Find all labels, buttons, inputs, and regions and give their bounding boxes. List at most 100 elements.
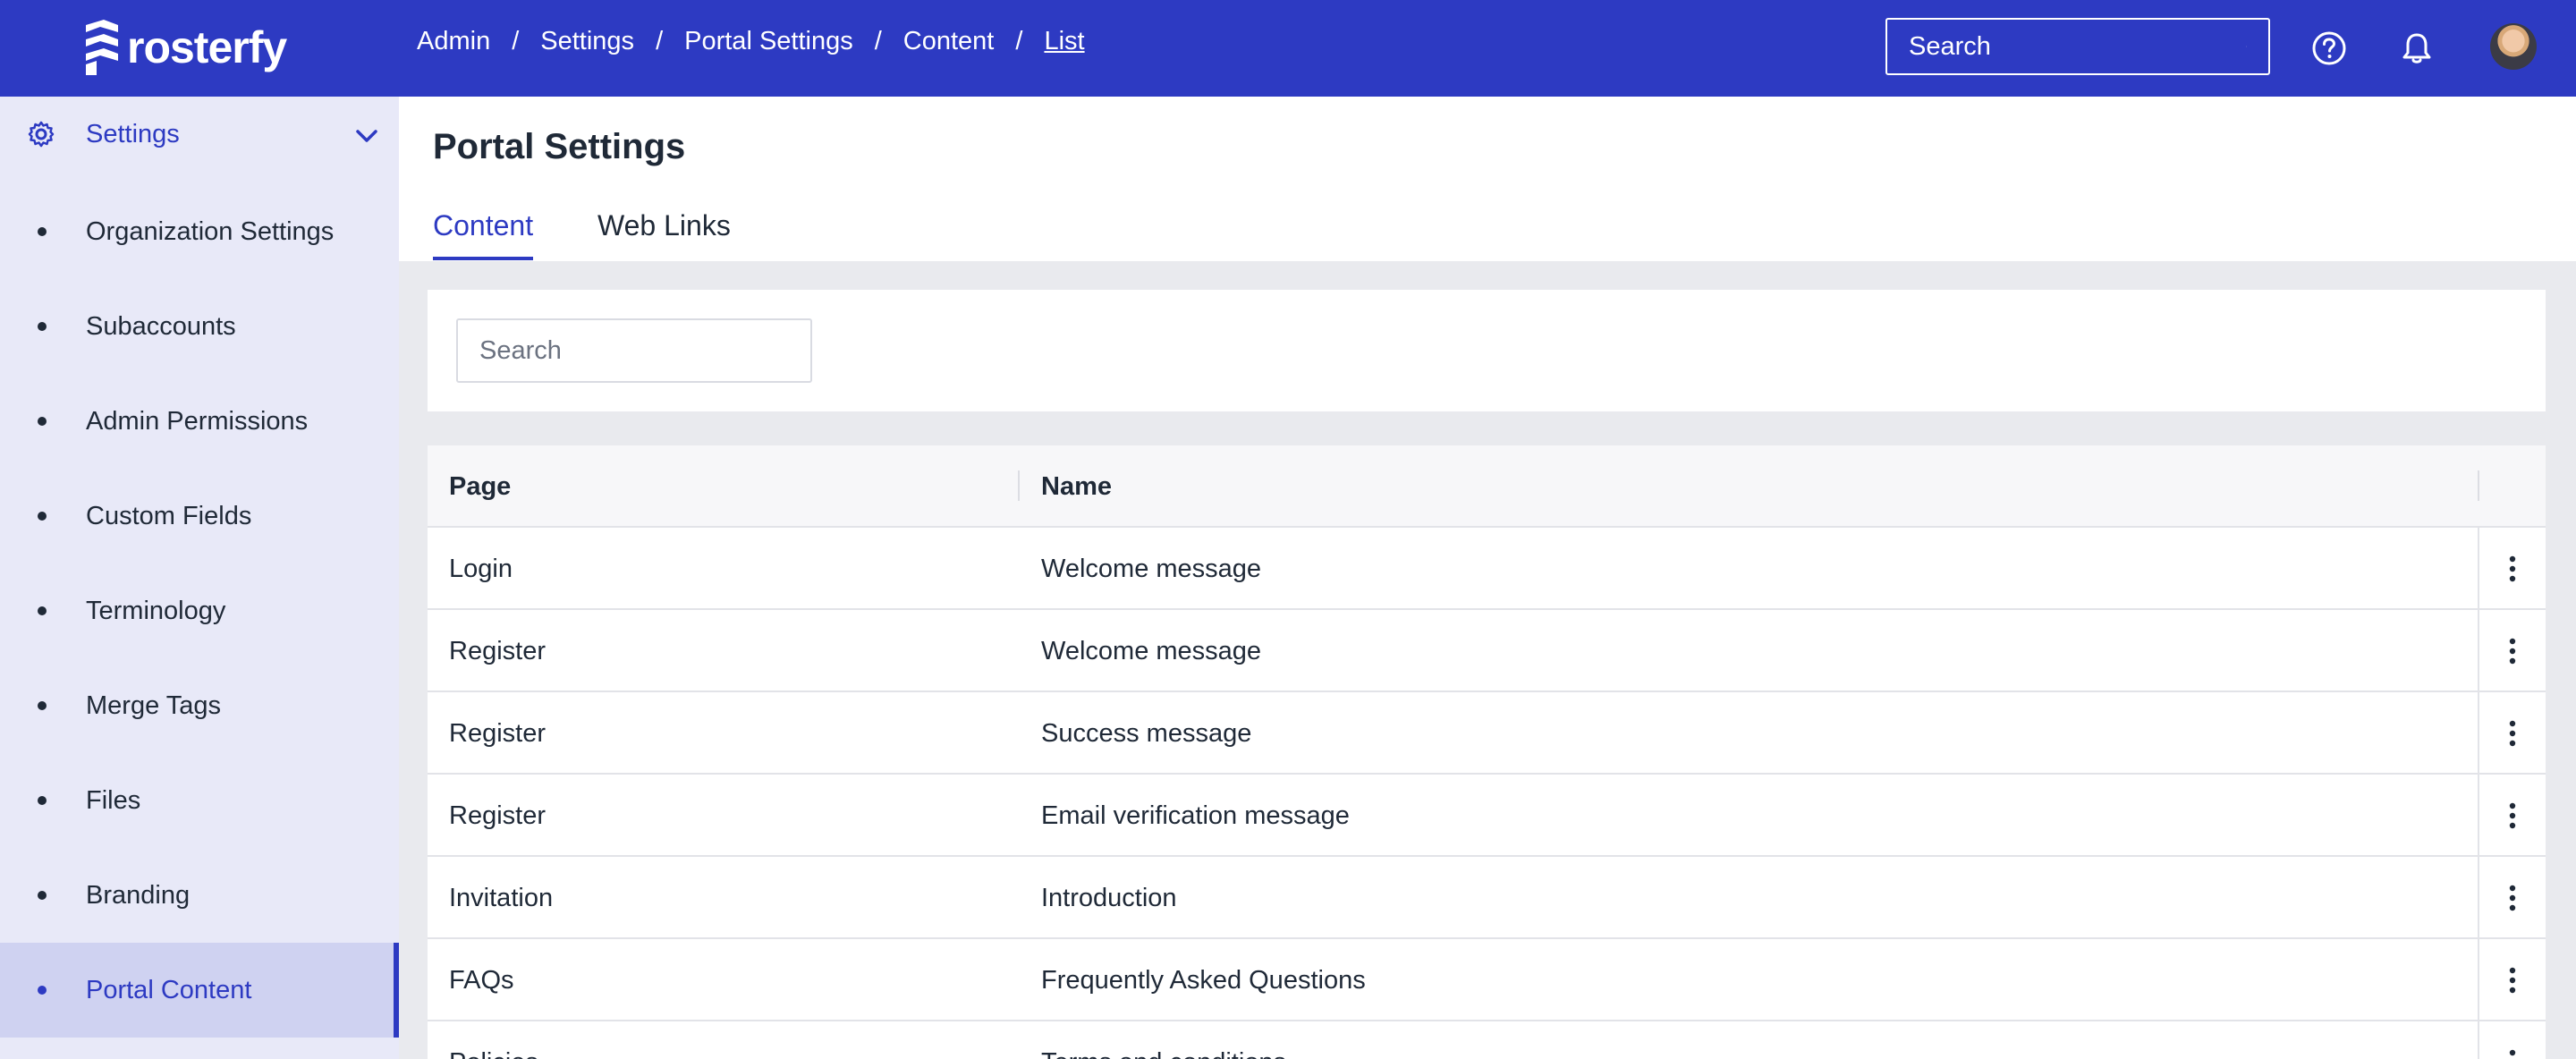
breadcrumb-list[interactable]: List xyxy=(1044,27,1084,56)
sidebar-item-label: Merge Tags xyxy=(86,690,221,720)
top-bar: rosterfy Admin / Settings / Portal Setti… xyxy=(0,0,2576,97)
bullet-icon xyxy=(38,796,47,805)
table-row[interactable]: Register Success message xyxy=(428,692,2546,775)
more-vertical-icon xyxy=(2509,802,2516,829)
bullet-icon xyxy=(38,227,47,236)
sidebar-section-title: Settings xyxy=(86,120,180,148)
search-icon[interactable] xyxy=(2246,33,2247,60)
cell-page: Register xyxy=(449,719,546,748)
sidebar-item-branding[interactable]: Branding xyxy=(0,848,399,943)
table-header: Page Name xyxy=(428,445,2546,528)
row-actions-button[interactable] xyxy=(2478,775,2546,857)
row-actions-button[interactable] xyxy=(2478,528,2546,610)
breadcrumb-separator: / xyxy=(512,27,520,55)
sidebar-item-organization-settings[interactable]: Organization Settings xyxy=(0,184,399,279)
table-row[interactable]: Invitation Introduction xyxy=(428,857,2546,939)
table-row[interactable]: FAQs Frequently Asked Questions xyxy=(428,939,2546,1021)
cell-page: Register xyxy=(449,801,546,830)
content-search xyxy=(456,318,817,383)
table-row[interactable]: Register Email verification message xyxy=(428,775,2546,857)
cell-name: Welcome message xyxy=(1041,555,1262,583)
more-vertical-icon xyxy=(2509,967,2516,994)
cell-name: Email verification message xyxy=(1041,801,1350,830)
tab-web-links[interactable]: Web Links xyxy=(597,209,731,257)
rosterfy-logo-icon xyxy=(86,20,118,75)
breadcrumb-separator: / xyxy=(656,27,664,55)
row-actions-button[interactable] xyxy=(2478,692,2546,775)
page-header: Portal Settings Content Web Links xyxy=(399,97,2576,261)
cell-page: Register xyxy=(449,637,546,665)
sidebar-item-terminology[interactable]: Terminology xyxy=(0,563,399,658)
bullet-icon xyxy=(38,322,47,331)
sidebar-item-portal-content[interactable]: Portal Content xyxy=(0,943,399,1038)
cell-page: Invitation xyxy=(449,884,554,912)
more-vertical-icon xyxy=(2509,638,2516,665)
column-divider[interactable] xyxy=(2478,470,2479,501)
column-divider[interactable] xyxy=(1018,470,1020,501)
page-title: Portal Settings xyxy=(433,127,686,166)
cell-name: Success message xyxy=(1041,719,1252,748)
sidebar-item-label: Terminology xyxy=(86,596,226,625)
bullet-icon xyxy=(38,986,47,995)
column-header-name[interactable]: Name xyxy=(1041,472,1112,502)
user-avatar[interactable] xyxy=(2490,23,2537,70)
cell-page: Policies xyxy=(449,1048,538,1059)
bell-icon xyxy=(2402,33,2431,64)
cell-name: Frequently Asked Questions xyxy=(1041,966,1366,995)
table-row[interactable]: Login Welcome message xyxy=(428,528,2546,610)
sidebar-item-label: Files xyxy=(86,785,141,815)
bullet-icon xyxy=(38,701,47,710)
gear-icon xyxy=(28,121,55,148)
row-actions-button[interactable] xyxy=(2478,857,2546,939)
row-actions-button[interactable] xyxy=(2478,939,2546,1021)
table-row[interactable]: Register Welcome message xyxy=(428,610,2546,692)
bullet-icon xyxy=(38,417,47,426)
cell-name: Terms and conditions xyxy=(1041,1048,1286,1059)
breadcrumb-settings[interactable]: Settings xyxy=(540,27,634,56)
sidebar-item-admin-permissions[interactable]: Admin Permissions xyxy=(0,374,399,469)
row-actions-button[interactable] xyxy=(2478,610,2546,692)
breadcrumb-admin[interactable]: Admin xyxy=(417,27,490,56)
bullet-icon xyxy=(38,606,47,615)
breadcrumb-separator: / xyxy=(1015,27,1023,55)
column-header-page[interactable]: Page xyxy=(449,472,511,502)
sidebar-item-subaccounts[interactable]: Subaccounts xyxy=(0,279,399,374)
cell-page: Login xyxy=(449,555,513,583)
chevron-down-icon[interactable] xyxy=(354,123,379,148)
breadcrumb-separator: / xyxy=(874,27,882,55)
main-content: Portal Settings Content Web Links Page N… xyxy=(399,97,2576,1059)
breadcrumb-portal-settings[interactable]: Portal Settings xyxy=(684,27,853,56)
global-search xyxy=(1885,18,2270,75)
sidebar-item-label: Portal Content xyxy=(86,975,252,1004)
breadcrumb-content[interactable]: Content xyxy=(903,27,995,56)
notifications-button[interactable] xyxy=(2392,23,2442,73)
global-search-input[interactable] xyxy=(1909,31,2246,62)
more-vertical-icon xyxy=(2509,720,2516,747)
content-search-input[interactable] xyxy=(479,335,817,366)
sidebar-item-label: Custom Fields xyxy=(86,501,252,530)
breadcrumb: Admin / Settings / Portal Settings / Con… xyxy=(417,27,1085,56)
sidebar-section-settings[interactable]: Settings xyxy=(0,97,399,175)
more-vertical-icon xyxy=(2509,555,2516,582)
cell-page: FAQs xyxy=(449,966,514,995)
sidebar-item-label: Organization Settings xyxy=(86,216,335,246)
brand-logo[interactable]: rosterfy xyxy=(84,16,287,79)
content-table: Page Name Login Welcome message Register… xyxy=(428,445,2546,1059)
brand-name: rosterfy xyxy=(127,22,287,72)
more-vertical-icon xyxy=(2509,1049,2516,1056)
sidebar-item-merge-tags[interactable]: Merge Tags xyxy=(0,658,399,753)
sidebar: Settings Organization Settings Subaccoun… xyxy=(0,97,399,1059)
help-icon xyxy=(2312,31,2346,65)
bullet-icon xyxy=(38,512,47,521)
bullet-icon xyxy=(38,891,47,900)
sidebar-item-label: Subaccounts xyxy=(86,311,236,341)
table-row[interactable]: Policies Terms and conditions xyxy=(428,1021,2546,1059)
tab-content[interactable]: Content xyxy=(433,209,534,260)
sidebar-item-custom-fields[interactable]: Custom Fields xyxy=(0,469,399,563)
row-actions-button[interactable] xyxy=(2478,1021,2546,1059)
cell-name: Welcome message xyxy=(1041,637,1262,665)
more-vertical-icon xyxy=(2509,885,2516,911)
sidebar-item-label: Admin Permissions xyxy=(86,406,309,436)
sidebar-item-files[interactable]: Files xyxy=(0,753,399,848)
help-button[interactable] xyxy=(2304,23,2354,73)
